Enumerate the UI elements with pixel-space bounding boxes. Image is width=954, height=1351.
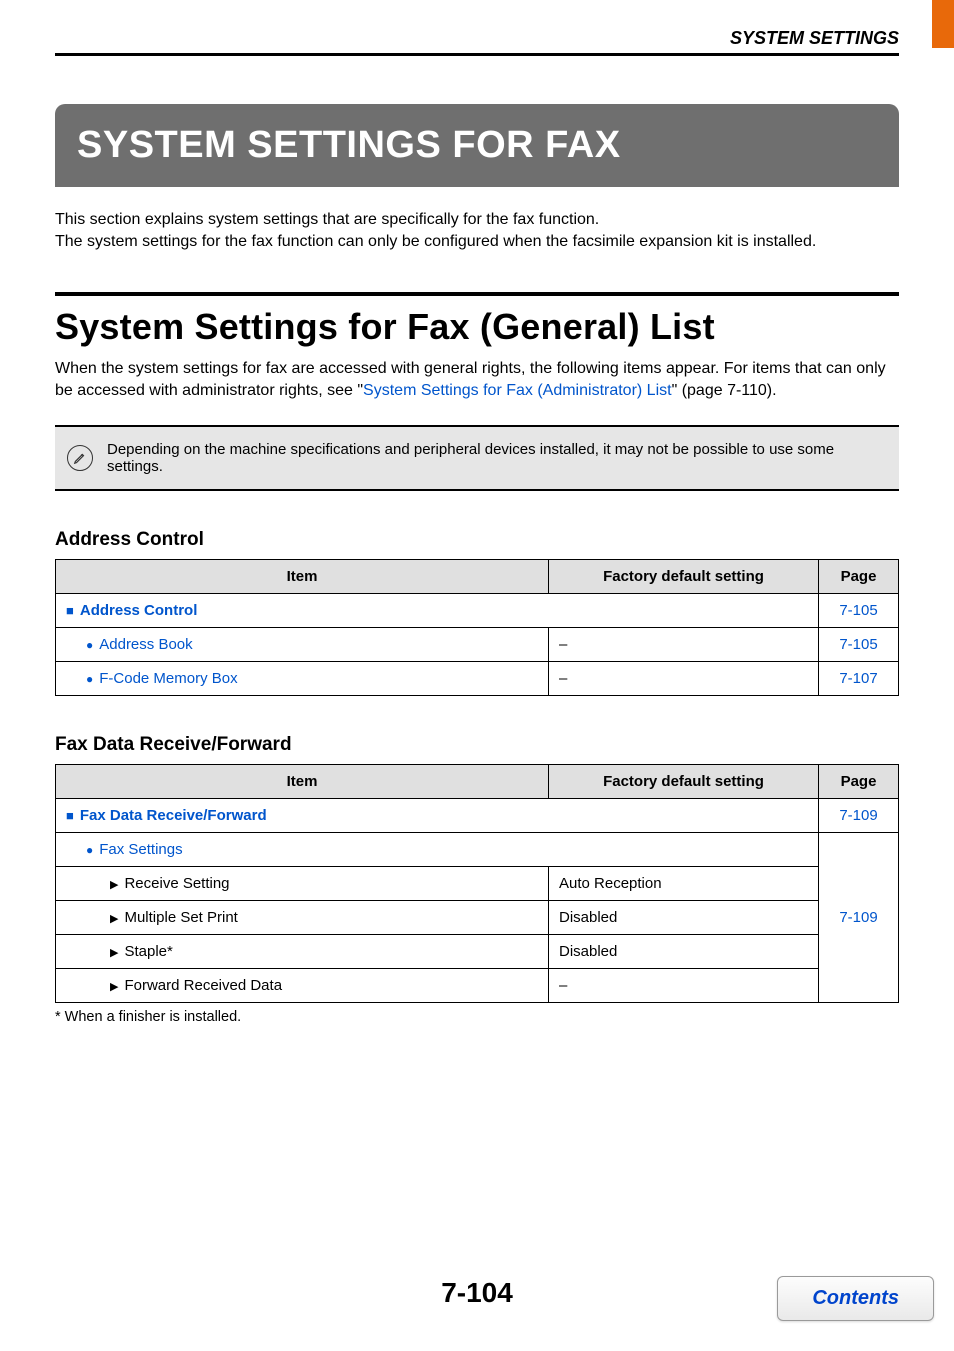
staple-label: Staple* [110, 943, 173, 960]
cell-item: Staple* [56, 934, 549, 968]
intro-line-1: This section explains system settings th… [55, 209, 899, 231]
accent-corner [932, 0, 954, 48]
cell-item: Address Control [56, 593, 819, 627]
cell-item: Fax Data Receive/Forward [56, 798, 819, 832]
col-item: Item [56, 559, 549, 593]
section-title: System Settings for Fax (General) List [55, 306, 899, 348]
cell-page[interactable]: 7-107 [819, 661, 899, 695]
footnote: * When a finisher is installed. [55, 1009, 899, 1025]
pencil-note-icon [67, 445, 93, 471]
forward-received-data-label: Forward Received Data [110, 977, 282, 994]
table-row: Fax Data Receive/Forward 7-109 [56, 798, 899, 832]
cell-default: – [549, 968, 819, 1002]
cell-page[interactable]: 7-109 [819, 798, 899, 832]
cell-default: Disabled [549, 900, 819, 934]
receive-setting-label: Receive Setting [110, 875, 230, 892]
cell-page[interactable]: 7-109 [819, 832, 899, 1002]
table-row: Address Book – 7-105 [56, 627, 899, 661]
cell-page[interactable]: 7-105 [819, 627, 899, 661]
cell-page[interactable]: 7-105 [819, 593, 899, 627]
contents-button[interactable]: Contents [777, 1276, 934, 1321]
intro-text: This section explains system settings th… [55, 209, 899, 254]
note-text: Depending on the machine specifications … [107, 441, 887, 475]
table-row: F-Code Memory Box – 7-107 [56, 661, 899, 695]
cell-item: Forward Received Data [56, 968, 549, 1002]
table-row: Fax Settings 7-109 [56, 832, 899, 866]
cell-default: – [549, 627, 819, 661]
col-page: Page [819, 764, 899, 798]
address-control-heading: Address Control [55, 529, 899, 551]
cell-item: Receive Setting [56, 866, 549, 900]
cell-item: Multiple Set Print [56, 900, 549, 934]
section-rule [55, 292, 899, 296]
cell-default: Disabled [549, 934, 819, 968]
section-intro: When the system settings for fax are acc… [55, 358, 899, 403]
table-header-row: Item Factory default setting Page [56, 764, 899, 798]
table-header-row: Item Factory default setting Page [56, 559, 899, 593]
table-row: Staple* Disabled [56, 934, 899, 968]
intro-line-2: The system settings for the fax function… [55, 231, 899, 253]
table-row: Receive Setting Auto Reception [56, 866, 899, 900]
fcode-memory-box-link[interactable]: F-Code Memory Box [86, 670, 238, 687]
table-row: Multiple Set Print Disabled [56, 900, 899, 934]
address-control-table: Item Factory default setting Page Addres… [55, 559, 899, 696]
fax-data-heading: Fax Data Receive/Forward [55, 734, 899, 756]
col-factory-default: Factory default setting [549, 559, 819, 593]
cell-item: Fax Settings [56, 832, 819, 866]
col-factory-default: Factory default setting [549, 764, 819, 798]
address-control-link[interactable]: Address Control [66, 602, 197, 619]
cell-default: Auto Reception [549, 866, 819, 900]
breadcrumb: SYSTEM SETTINGS [730, 28, 899, 48]
fax-data-receive-forward-link[interactable]: Fax Data Receive/Forward [66, 807, 267, 824]
cell-item: Address Book [56, 627, 549, 661]
table-row: Address Control 7-105 [56, 593, 899, 627]
cell-default: – [549, 661, 819, 695]
address-book-link[interactable]: Address Book [86, 636, 193, 653]
fax-settings-link[interactable]: Fax Settings [86, 841, 183, 858]
main-title: SYSTEM SETTINGS FOR FAX [55, 104, 899, 187]
note-box: Depending on the machine specifications … [55, 425, 899, 491]
multiple-set-print-label: Multiple Set Print [110, 909, 238, 926]
col-item: Item [56, 764, 549, 798]
col-page: Page [819, 559, 899, 593]
admin-list-link[interactable]: System Settings for Fax (Administrator) … [363, 382, 672, 399]
table-row: Forward Received Data – [56, 968, 899, 1002]
cell-item: F-Code Memory Box [56, 661, 549, 695]
fax-data-table: Item Factory default setting Page Fax Da… [55, 764, 899, 1003]
header-bar: SYSTEM SETTINGS [55, 0, 899, 56]
section-intro-part2: " (page 7-110). [672, 382, 777, 399]
